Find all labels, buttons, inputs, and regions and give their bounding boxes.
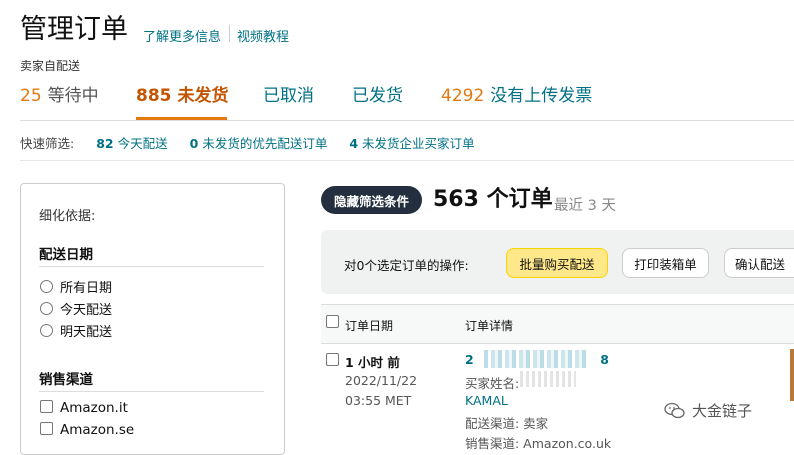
channel-option-amazon-se[interactable]: Amazon.se <box>40 422 134 438</box>
bulk-actions-label: 对0个选定订单的操作: <box>344 258 469 273</box>
quick-filter-priority-unshipped[interactable]: 0 未发货的优先配送订单 <box>190 136 328 151</box>
order-count: 563 个订单 <box>433 187 553 212</box>
ship-date-option-tomorrow[interactable]: 明天配送 <box>40 321 112 340</box>
order-id-end: 8 <box>600 352 610 367</box>
buyer-name-label: 买家姓名: <box>465 376 520 391</box>
option-label: Amazon.it <box>60 400 128 416</box>
product-thumbnail <box>790 349 794 401</box>
order-id-start: 2 <box>465 352 475 367</box>
filter-label: 未发货企业买家订单 <box>362 136 475 151</box>
radio-button[interactable] <box>40 324 53 337</box>
option-label: 明天配送 <box>60 325 113 340</box>
tab-no-invoice[interactable]: 4292 没有上传发票 <box>441 84 592 108</box>
column-header-order-details: 订单详情 <box>465 319 514 333</box>
wechat-icon <box>664 402 685 418</box>
quick-filter-label: 快速筛选: <box>20 136 75 151</box>
section-divider <box>20 160 794 161</box>
redacted-order-id <box>484 350 586 368</box>
filter-count: 82 <box>96 136 114 151</box>
order-age: 1 小时 前 <box>345 355 400 370</box>
order-date: 2022/11/22 <box>345 373 418 388</box>
tab-divider <box>20 120 794 121</box>
radio-button[interactable] <box>40 280 53 293</box>
redacted-buyer-info <box>520 371 576 387</box>
tab-count: 4292 <box>441 86 485 106</box>
buyer-name-link[interactable]: KAMAL <box>465 393 508 408</box>
filter-label: 未发货的优先配送订单 <box>202 136 328 151</box>
order-row-checkbox[interactable] <box>326 353 339 366</box>
ship-date-option-all[interactable]: 所有日期 <box>40 277 112 296</box>
checkbox[interactable] <box>40 400 53 413</box>
tab-label: 已取消 <box>263 86 314 106</box>
video-tutorial-link[interactable]: 视频教程 <box>237 26 289 45</box>
quick-filter-bar: 快速筛选: 82 今天配送 0 未发货的优先配送订单 4 未发货企业买家订单 <box>20 133 475 152</box>
ship-date-heading: 配送日期 <box>39 247 93 263</box>
print-packing-slip-button[interactable]: 打印装箱单 <box>622 248 709 278</box>
select-all-checkbox[interactable] <box>326 315 339 328</box>
quick-filter-business-unshipped[interactable]: 4 未发货企业买家订单 <box>349 136 474 151</box>
section-divider <box>39 266 264 267</box>
ship-date-option-today[interactable]: 今天配送 <box>40 299 112 318</box>
confirm-shipment-button[interactable]: 确认配送 <box>724 248 794 278</box>
tab-count: 25 <box>20 86 42 106</box>
sales-channel: 销售渠道: Amazon.co.uk <box>465 436 612 451</box>
option-label: 所有日期 <box>60 281 113 296</box>
tab-count: 885 <box>136 86 172 106</box>
tab-shipped[interactable]: 已发货 <box>352 84 403 108</box>
seller-fulfilled-label: 卖家自配送 <box>20 59 81 73</box>
learn-more-link[interactable]: 了解更多信息 <box>143 26 221 45</box>
column-header-order-date[interactable]: 订单日期 <box>345 317 393 334</box>
watermark: 大金链子 <box>664 400 752 421</box>
tab-unshipped[interactable]: 885 未发货 <box>136 84 229 108</box>
filter-count: 4 <box>349 136 359 151</box>
tab-pending[interactable]: 25 等待中 <box>20 84 99 108</box>
sales-channel-heading: 销售渠道 <box>39 372 93 388</box>
option-label: 今天配送 <box>60 303 113 318</box>
tab-label: 已发货 <box>352 86 403 106</box>
page-title: 管理订单 <box>20 14 128 45</box>
quick-filter-ship-today[interactable]: 82 今天配送 <box>96 136 167 151</box>
refine-title: 细化依据: <box>39 209 96 224</box>
order-time: 03:55 MET <box>345 393 412 408</box>
buy-shipping-button[interactable]: 批量购买配送 <box>506 248 608 278</box>
tab-cancelled[interactable]: 已取消 <box>263 84 314 108</box>
recent-days-label: 最近 3 天 <box>554 198 616 214</box>
section-divider <box>39 391 264 392</box>
watermark-text: 大金链子 <box>692 402 753 420</box>
filter-label: 今天配送 <box>117 136 168 151</box>
link-divider <box>229 25 230 42</box>
option-label: Amazon.se <box>60 422 135 438</box>
hide-filters-button[interactable]: 隐藏筛选条件 <box>321 186 422 214</box>
fulfilment-channel: 配送渠道: 卖家 <box>465 416 549 431</box>
tab-label: 未发货 <box>177 86 229 106</box>
radio-button[interactable] <box>40 302 53 315</box>
tab-label: 没有上传发票 <box>490 86 593 106</box>
filter-count: 0 <box>189 136 199 151</box>
checkbox[interactable] <box>40 422 53 435</box>
tab-label: 等待中 <box>47 86 99 106</box>
channel-option-amazon-it[interactable]: Amazon.it <box>40 400 128 416</box>
